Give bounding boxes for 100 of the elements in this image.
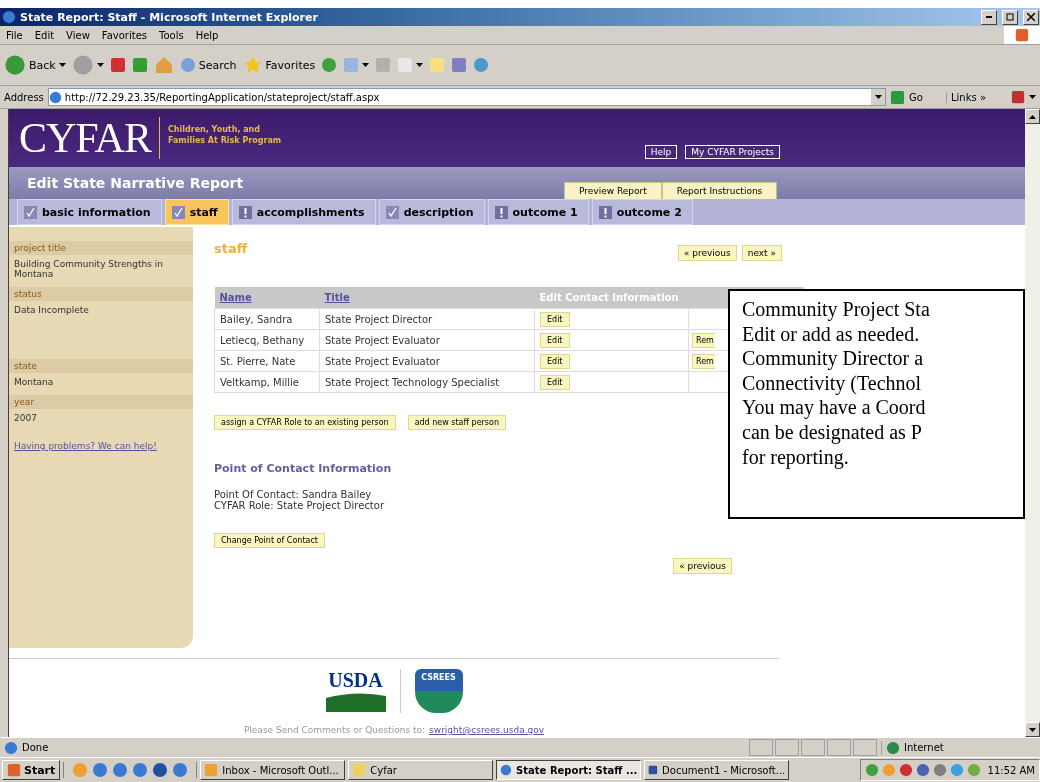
- toolbar-button[interactable]: Search: [179, 57, 237, 73]
- home-icon: [153, 55, 174, 75]
- remove-button[interactable]: Rem: [692, 353, 715, 369]
- tray-icon: [898, 763, 913, 777]
- sidebar-value: Data Incomplete: [13, 304, 90, 317]
- table-cell: Letiecq, Bethany: [214, 329, 320, 351]
- section-title: staff: [214, 241, 248, 258]
- nav-button[interactable]: « previous: [673, 558, 732, 574]
- action-tab[interactable]: Report Instructions: [661, 182, 778, 199]
- zone-indicator: Internet: [881, 740, 1036, 755]
- down-arrow-icon: [1029, 727, 1036, 732]
- quick-launch-icon: [92, 762, 109, 778]
- nav-button[interactable]: next »: [741, 245, 782, 261]
- table-cell: State Project Evaluator: [319, 329, 535, 351]
- table-cell: Veltkamp, Millie: [214, 371, 320, 393]
- scroll-up-button[interactable]: [1025, 109, 1040, 124]
- menu-item[interactable]: Help: [189, 29, 225, 41]
- status-pane: [775, 739, 799, 756]
- restore-button[interactable]: [1002, 9, 1018, 25]
- scroll-down-button[interactable]: [1025, 722, 1040, 737]
- edit-button[interactable]: Edit: [540, 332, 570, 348]
- caret-icon: [416, 63, 424, 67]
- tray-icon: [949, 763, 964, 777]
- edit-button[interactable]: Edit: [540, 374, 570, 390]
- header-link[interactable]: My CYFAR Projects: [685, 145, 780, 159]
- section-tab[interactable]: accomplishments: [231, 199, 376, 225]
- callout-line: Connectivity (Technol: [742, 370, 923, 396]
- close-button[interactable]: [1023, 9, 1039, 25]
- menu-item[interactable]: Edit: [28, 29, 61, 41]
- check-icon: [24, 205, 37, 219]
- taskbar-button[interactable]: State Report: Staff ...: [496, 760, 642, 780]
- check-icon: [385, 205, 399, 219]
- minimize-button[interactable]: [981, 9, 997, 25]
- action-tab[interactable]: Preview Report: [564, 182, 662, 199]
- sidebar-label: year: [9, 395, 193, 409]
- section-tab[interactable]: outcome 2: [591, 199, 693, 225]
- help-link[interactable]: Having problems? We can help!: [9, 431, 193, 461]
- contact-line: CYFAR Role: State Project Director: [214, 500, 386, 511]
- dropdown-button[interactable]: [871, 89, 885, 105]
- start-button[interactable]: Start: [2, 760, 61, 780]
- taskbar-button[interactable]: Document1 - Microsoft...: [644, 760, 790, 780]
- edit-button[interactable]: Edit: [540, 311, 570, 327]
- tagline: Children, Youth, and: [167, 124, 262, 135]
- section-tab[interactable]: staff: [164, 199, 229, 225]
- caret-icon: [58, 63, 66, 67]
- menu-item[interactable]: Tools: [153, 29, 190, 41]
- nav-button[interactable]: « previous: [677, 245, 737, 261]
- action-button[interactable]: assign a CYFAR Role to an existing person: [214, 415, 396, 430]
- email-link[interactable]: swright@csrees.usda.gov: [429, 725, 545, 735]
- tray-icon: [915, 763, 930, 777]
- caret-icon: [96, 63, 104, 67]
- callout-line: can be designated as P: [742, 419, 923, 445]
- warning-icon: [598, 205, 612, 219]
- menu-item[interactable]: File: [0, 29, 29, 41]
- quick-launch-icon: [172, 762, 189, 778]
- sidebar-value: 2007: [13, 412, 38, 425]
- window-title: State Report: Staff - Microsoft Internet Explorer: [20, 10, 319, 24]
- scrollbar[interactable]: [1025, 109, 1040, 737]
- remove-button[interactable]: Rem: [692, 332, 715, 348]
- caret-icon: [362, 63, 370, 67]
- toolbar-button[interactable]: Favorites: [242, 55, 316, 75]
- menu-item[interactable]: Favorites: [95, 29, 153, 41]
- sidebar-value: Building Community Strengths in Montana: [13, 258, 164, 281]
- status-pane: [827, 739, 851, 756]
- menu-item[interactable]: View: [60, 29, 96, 41]
- toolbar-button[interactable]: [343, 57, 370, 73]
- tray-icon: [966, 763, 981, 777]
- address-field[interactable]: http://72.29.23.35/ReportingApplication/stateproject/staff.aspx: [47, 88, 886, 106]
- edit-button[interactable]: Edit: [540, 353, 570, 369]
- taskbar-button[interactable]: Inbox - Microsoft Outl...: [200, 760, 346, 780]
- toolbar-button[interactable]: Back: [4, 54, 66, 76]
- links-button[interactable]: Links »: [946, 91, 1007, 103]
- star-icon: [242, 55, 263, 75]
- sidebar-value: Montana: [13, 376, 55, 389]
- quick-launch-icon: [112, 762, 129, 778]
- action-button[interactable]: add new staff person: [407, 415, 506, 430]
- header-link[interactable]: Help: [644, 145, 678, 159]
- tray-icon: [932, 763, 947, 777]
- section-tab[interactable]: basic information: [17, 199, 162, 225]
- callout-line: Community Project Sta: [742, 297, 931, 322]
- sort-link[interactable]: Name: [219, 292, 252, 303]
- section-tab[interactable]: description: [378, 199, 485, 225]
- csrees-logo: CSREES: [414, 669, 463, 713]
- callout-line: You may have a Coord: [742, 395, 927, 420]
- status-pane: [853, 739, 877, 756]
- usda-logo: USDA: [325, 670, 386, 712]
- section-tab[interactable]: outcome 1: [487, 199, 589, 225]
- clock: 11:52 AM: [987, 764, 1035, 776]
- tray-icon: [864, 763, 879, 777]
- quick-launch-icon: [152, 762, 169, 778]
- change-contact-button[interactable]: Change Point of Contact: [214, 533, 325, 548]
- toolbar-button[interactable]: [397, 57, 424, 73]
- warning-icon: [494, 205, 508, 219]
- quick-launch-icon: [72, 762, 89, 778]
- quick-launch-icon: [132, 762, 149, 778]
- status-pane: [801, 739, 825, 756]
- go-button[interactable]: Go: [890, 89, 942, 105]
- sort-link[interactable]: Title: [324, 292, 350, 303]
- minimize-icon: [986, 16, 992, 18]
- taskbar-button[interactable]: Cyfar: [348, 760, 494, 780]
